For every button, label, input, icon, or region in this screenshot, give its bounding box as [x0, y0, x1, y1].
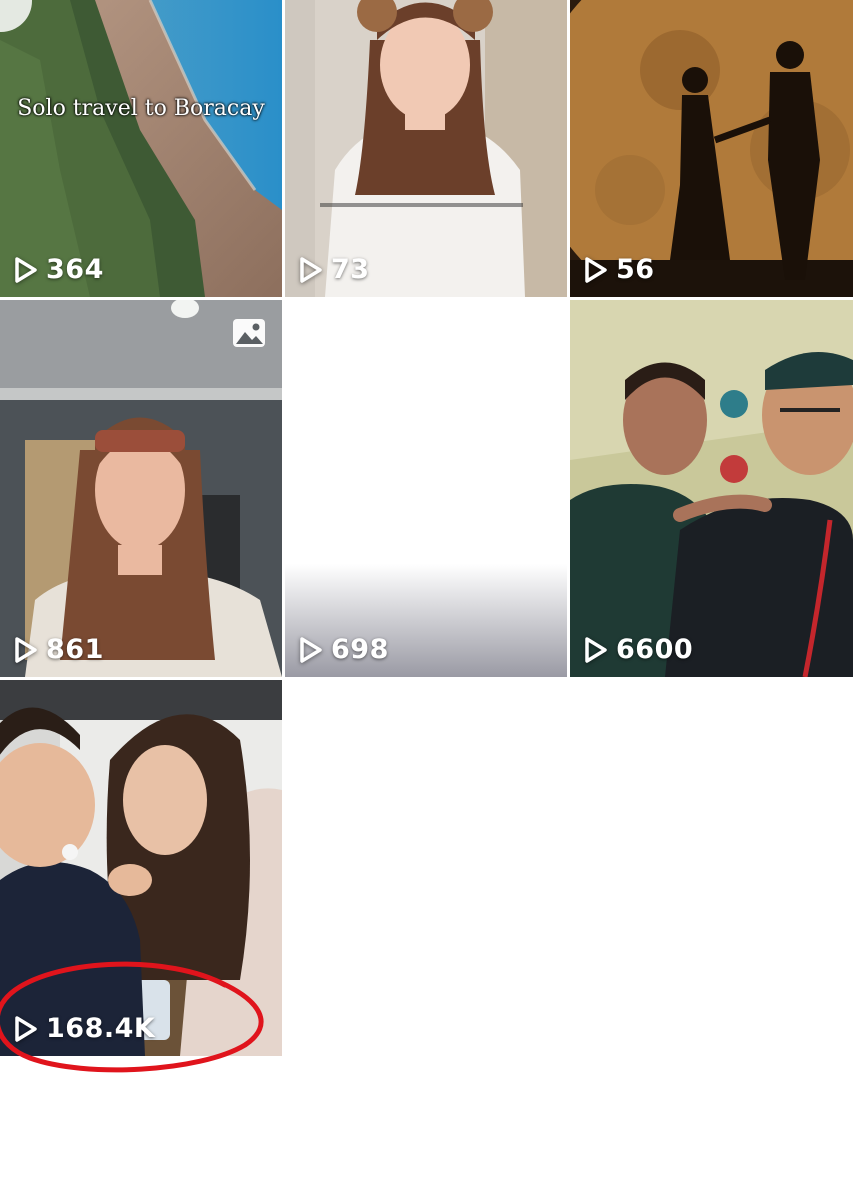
video-tile-2[interactable]: 73: [285, 0, 567, 297]
view-count-value: 364: [46, 254, 104, 285]
play-outline-icon: [15, 1015, 37, 1042]
play-outline-icon: [585, 256, 607, 283]
view-count: 861: [14, 634, 104, 665]
view-count-value: 861: [46, 634, 104, 665]
photo-icon: [233, 319, 265, 347]
play-outline-icon: [300, 636, 322, 663]
view-count-value: 168.4K: [46, 1013, 156, 1044]
view-count-value: 56: [616, 254, 655, 285]
view-count-value: 73: [331, 254, 370, 285]
play-outline-icon: [15, 256, 37, 283]
video-tile-3[interactable]: 56: [570, 0, 853, 297]
video-thumbnail: [0, 680, 282, 1056]
view-count: 364: [14, 254, 104, 285]
view-count: 73: [299, 254, 370, 285]
video-thumbnail: [570, 300, 853, 677]
video-thumbnail: [570, 0, 853, 297]
video-tile-4[interactable]: 861: [0, 300, 282, 677]
video-grid: Solo travel to Boracay 364 73 56 861 698…: [0, 0, 853, 1056]
view-count: 698: [299, 634, 389, 665]
video-caption: Solo travel to Boracay: [17, 96, 265, 121]
view-count: 6600: [584, 634, 693, 665]
video-thumbnail: [0, 300, 282, 677]
video-thumbnail: [285, 300, 567, 677]
view-count: 56: [584, 254, 655, 285]
video-thumbnail: [285, 0, 567, 297]
view-count-value: 698: [331, 634, 389, 665]
play-outline-icon: [300, 256, 322, 283]
play-outline-icon: [15, 636, 37, 663]
video-tile-1[interactable]: Solo travel to Boracay 364: [0, 0, 282, 297]
video-tile-5[interactable]: 698: [285, 300, 567, 677]
view-count: 168.4K: [14, 1013, 155, 1044]
video-tile-7[interactable]: 168.4K: [0, 680, 282, 1056]
play-outline-icon: [585, 636, 607, 663]
video-thumbnail: [0, 0, 282, 297]
view-count-value: 6600: [616, 634, 694, 665]
video-tile-6[interactable]: 6600: [570, 300, 853, 677]
